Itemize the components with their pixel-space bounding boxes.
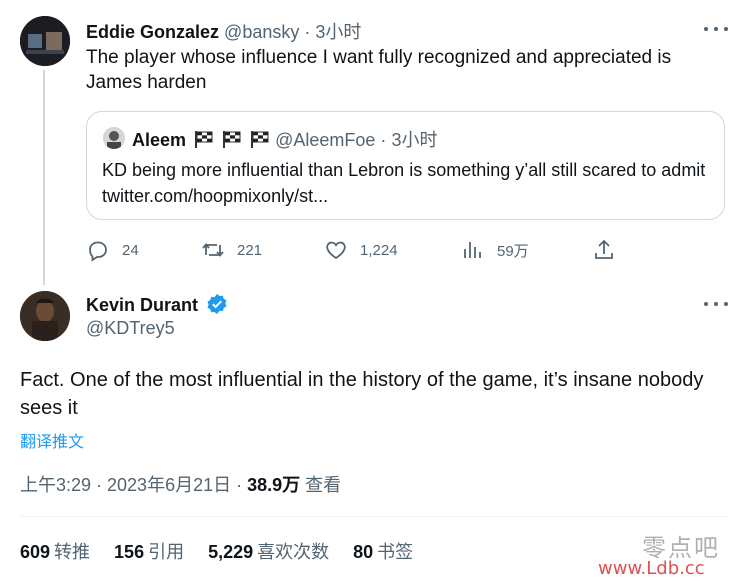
- like-count: 1,224: [360, 241, 398, 259]
- share-button[interactable]: [592, 236, 616, 264]
- translate-tweet-link[interactable]: 翻译推文: [20, 428, 84, 452]
- reply-button[interactable]: 24: [86, 236, 139, 264]
- quoted-tweet-time: 3小时: [391, 130, 438, 150]
- tweet-time[interactable]: 3小时: [315, 22, 361, 42]
- quoted-tweet-card[interactable]: Aleem @AleemFoe · 3小时 KD being more infl…: [86, 111, 725, 220]
- verified-badge-icon[interactable]: [206, 293, 228, 315]
- quoted-author-name: Aleem: [132, 130, 187, 150]
- retweet-icon: [202, 243, 224, 257]
- dot-separator: ·: [304, 22, 311, 42]
- bookmarks-stat[interactable]: 80 书签: [353, 538, 413, 564]
- watermark-url: www.Ldb.cc: [598, 558, 705, 579]
- author-name[interactable]: Eddie Gonzalez: [86, 22, 219, 42]
- heart-icon: [326, 241, 346, 260]
- share-icon: [595, 239, 613, 259]
- author-handle[interactable]: @KDTrey5: [86, 318, 175, 339]
- reply-tweet-header: Kevin Durant: [86, 293, 228, 316]
- reply-tweet-text: Fact. One of the most influential in the…: [20, 369, 704, 419]
- checkered-flag-emoji-icons: [191, 130, 275, 150]
- original-tweet-header: Eddie Gonzalez @bansky · 3小时: [86, 18, 361, 44]
- views-count: 59万: [497, 242, 529, 260]
- timestamp[interactable]: 上午3:29 · 2023年6月21日 ·: [20, 475, 247, 495]
- views-count: 38.9万: [247, 475, 301, 495]
- views-button[interactable]: 59万: [461, 236, 529, 264]
- quoted-tweet-text: KD being more influential than Lebron is…: [102, 160, 706, 206]
- eddie-gonzalez-avatar[interactable]: [20, 16, 70, 66]
- views-label: 查看: [300, 475, 342, 495]
- divider: [20, 516, 728, 517]
- more-options-icon[interactable]: [704, 20, 728, 38]
- likes-stat[interactable]: 5,229 喜欢次数: [208, 538, 329, 564]
- quoted-author-avatar: [103, 127, 125, 149]
- views-chart-icon: [464, 242, 481, 258]
- like-button[interactable]: 1,224: [324, 236, 398, 264]
- author-handle[interactable]: @bansky: [224, 22, 299, 42]
- retweets-stat[interactable]: 609 转推: [20, 538, 90, 564]
- engagement-stats: 609 转推 156 引用 5,229 喜欢次数 80 书签: [20, 538, 413, 564]
- quotes-stat[interactable]: 156 引用: [114, 538, 184, 564]
- more-options-icon[interactable]: [704, 295, 728, 313]
- reply-count: 24: [122, 241, 139, 259]
- dot-separator: ·: [380, 130, 387, 150]
- quoted-author-handle: @AleemFoe: [275, 130, 376, 150]
- retweet-button[interactable]: 221: [201, 236, 262, 264]
- quoted-tweet-header: Aleem @AleemFoe · 3小时: [132, 126, 437, 152]
- original-tweet-text: The player whose influence I want fully …: [86, 47, 672, 93]
- kevin-durant-avatar[interactable]: [20, 291, 70, 341]
- author-name[interactable]: Kevin Durant: [86, 295, 198, 315]
- reply-icon: [89, 241, 107, 262]
- retweet-count: 221: [237, 241, 263, 259]
- thread-connector-line: [43, 70, 45, 285]
- tweet-timestamp-row: 上午3:29 · 2023年6月21日 · 38.9万 查看: [20, 471, 341, 497]
